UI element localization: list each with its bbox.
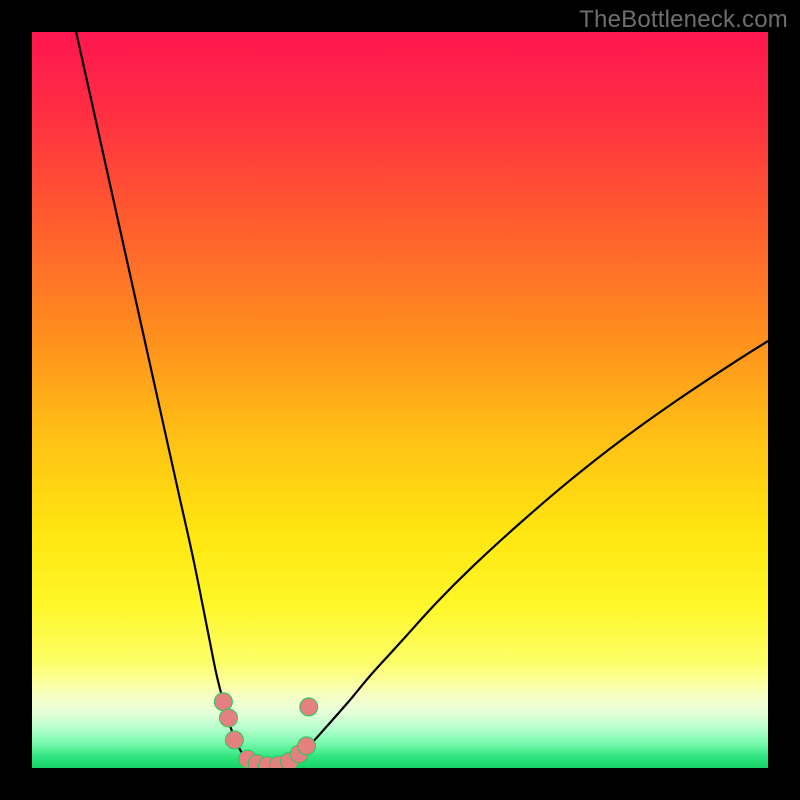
data-marker	[220, 709, 238, 727]
curve-markers	[214, 693, 317, 768]
watermark-text: TheBottleneck.com	[579, 6, 788, 34]
outer-frame: TheBottleneck.com	[0, 0, 800, 800]
bottleneck-curve	[76, 32, 768, 766]
data-marker	[214, 693, 232, 711]
data-marker	[298, 737, 316, 755]
plot-area	[32, 32, 768, 768]
data-marker	[225, 731, 243, 749]
chart-svg	[32, 32, 768, 768]
data-marker	[300, 698, 318, 716]
